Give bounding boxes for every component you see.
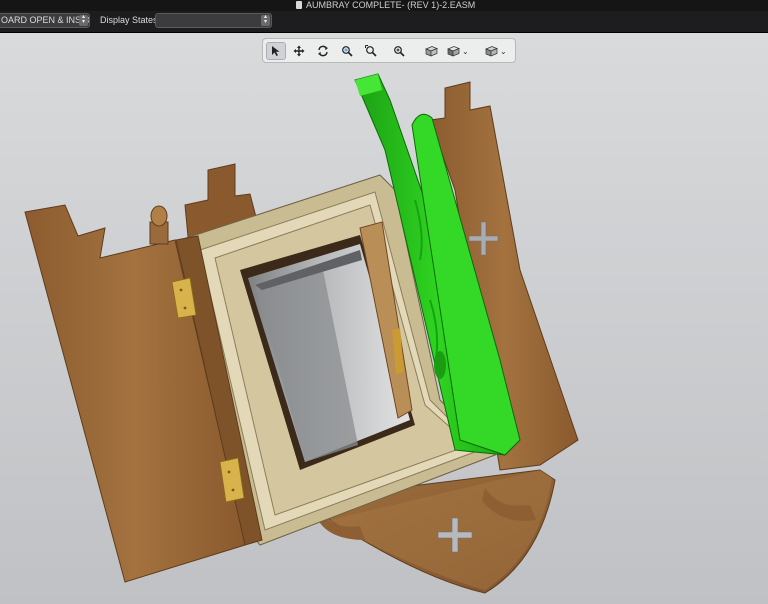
window-title: AUMBRAY COMPLETE- (REV 1)-2.EASM: [306, 0, 476, 10]
view-toolbar: ⌄ ⌄: [262, 38, 516, 63]
view-orientation-icon: [424, 46, 438, 57]
select-icon: [272, 46, 280, 56]
document-icon: [296, 1, 302, 9]
view-orientation-tool[interactable]: [421, 42, 441, 60]
chevron-updown-icon: ▴ ▾: [261, 14, 270, 26]
section-view-icon: [485, 46, 498, 57]
rotate-tool[interactable]: [313, 42, 333, 60]
display-states-label: Display States:: [100, 15, 161, 25]
configuration-dropdown[interactable]: OARD OPEN & INSID... ▴ ▾: [0, 13, 90, 28]
pan-tool[interactable]: [289, 42, 309, 60]
chevron-updown-icon: ▴ ▾: [79, 14, 88, 26]
finial-left: [149, 205, 169, 245]
display-states-dropdown[interactable]: ▴ ▾: [155, 13, 272, 28]
zoom-icon: [394, 46, 405, 57]
title-wrap: AUMBRAY COMPLETE- (REV 1)-2.EASM: [296, 0, 475, 11]
zoom-to-area-icon: [365, 45, 377, 57]
chevron-down-icon: ⌄: [462, 46, 469, 56]
select-tool[interactable]: [266, 42, 286, 60]
display-style-tool[interactable]: ⌄: [447, 42, 469, 60]
model-viewport[interactable]: ⌄ ⌄: [0, 33, 768, 604]
zoom-to-fit-icon: [342, 46, 353, 57]
section-view-tool[interactable]: ⌄: [485, 42, 507, 60]
rotate-icon: [318, 45, 328, 57]
assembly-model[interactable]: [0, 33, 768, 604]
title-bar: AUMBRAY COMPLETE- (REV 1)-2.EASM: [0, 0, 768, 11]
zoom-tool[interactable]: [389, 42, 409, 60]
display-style-icon: [447, 46, 460, 57]
configuration-value: OARD OPEN & INSID...: [1, 15, 90, 25]
zoom-to-fit-tool[interactable]: [337, 42, 357, 60]
pan-icon: [293, 45, 305, 57]
chevron-down-icon: ⌄: [500, 46, 507, 56]
states-bar: OARD OPEN & INSID... ▴ ▾ Display States: …: [0, 11, 768, 33]
zoom-to-area-tool[interactable]: [361, 42, 381, 60]
